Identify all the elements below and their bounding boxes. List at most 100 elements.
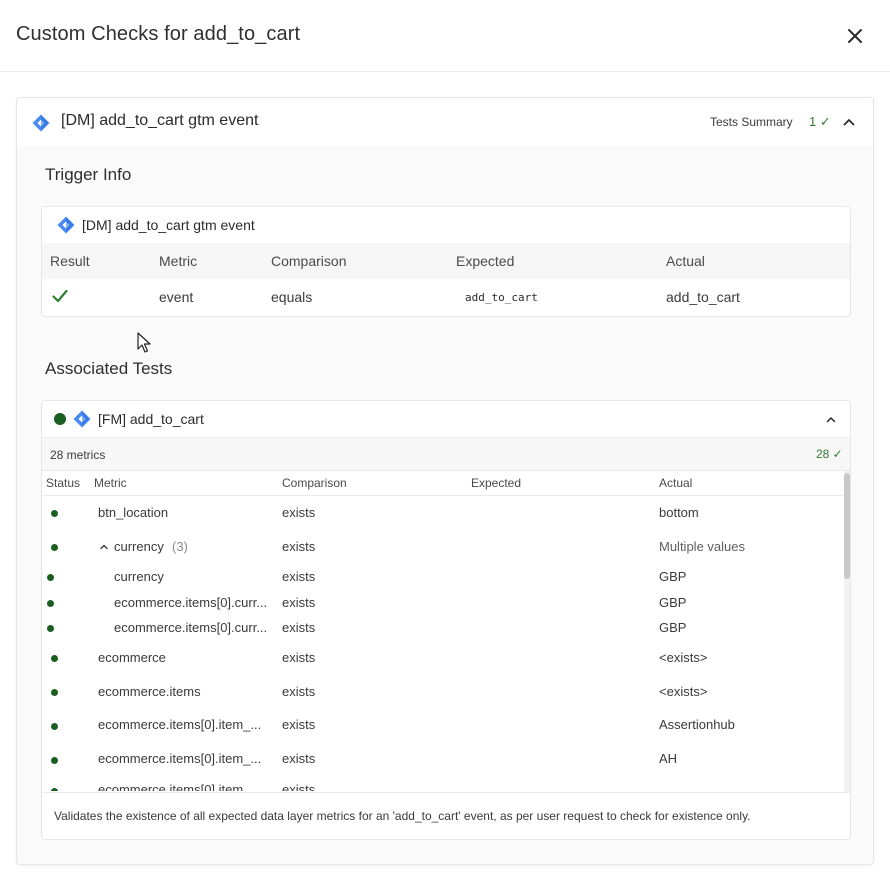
row-metric: currency xyxy=(114,539,164,554)
event-card-header[interactable]: [DM] add_to_cart gtm event Tests Summary… xyxy=(17,98,873,146)
table-row: ecommerce.items[0].item_... exists Asser… xyxy=(42,709,844,743)
status-dot-icon xyxy=(51,757,58,764)
status-dot-icon xyxy=(51,689,58,696)
trigger-info-title: Trigger Info xyxy=(45,165,132,184)
test-description-text: Validates the existence of all expected … xyxy=(54,809,751,823)
row-comparison: exists xyxy=(282,751,316,766)
row-metric: ecommerce.items[0].item_... xyxy=(98,717,262,732)
modal-title: Custom Checks for add_to_cart xyxy=(16,23,301,45)
gtm-diamond-icon xyxy=(57,216,75,234)
row-actual: <exists> xyxy=(659,684,708,699)
row-metric: btn_location xyxy=(98,505,169,520)
status-dot-icon xyxy=(47,600,54,607)
metrics-pass-count: 28 ✓ xyxy=(816,447,843,461)
status-dot-icon xyxy=(51,655,58,662)
table-row-child: ecommerce.items[0].curr... exists GBP xyxy=(42,590,844,615)
row-comparison: exists xyxy=(282,782,316,791)
trigger-table-header: Result Metric Comparison Expected Actual xyxy=(42,243,850,279)
row-comparison: exists xyxy=(282,569,316,584)
chevron-up-icon[interactable] xyxy=(99,542,109,552)
event-title: [DM] add_to_cart gtm event xyxy=(61,112,259,129)
row-comparison: exists xyxy=(282,717,316,732)
chevron-up-icon xyxy=(843,119,855,126)
status-dot-icon xyxy=(47,574,54,581)
event-card: [DM] add_to_cart gtm event Tests Summary… xyxy=(16,97,874,865)
row-metric: currency xyxy=(114,569,164,584)
column-header-expected: Expected xyxy=(471,476,522,490)
row-comparison: exists xyxy=(282,620,316,635)
metrics-table-header: Status Metric Comparison Expected Actual xyxy=(42,471,844,496)
row-actual: Assertionhub xyxy=(659,717,735,732)
row-actual: Multiple values xyxy=(659,539,745,554)
table-row-child: ecommerce.items[0].curr... exists GBP xyxy=(42,615,844,641)
row-comparison: exists xyxy=(282,505,316,520)
row-comparison: exists xyxy=(282,650,316,665)
table-row: ecommerce.items[0].item_... exists AH xyxy=(42,743,844,777)
close-button[interactable] xyxy=(843,24,867,48)
tests-summary-count: 1 ✓ xyxy=(809,114,831,129)
associated-test-name: [FM] add_to_cart xyxy=(98,411,204,427)
trigger-actual: add_to_cart xyxy=(666,289,740,305)
row-comparison: exists xyxy=(282,539,316,554)
close-icon xyxy=(848,29,862,43)
associated-test-header[interactable]: [FM] add_to_cart xyxy=(42,401,850,438)
column-header-metric: Metric xyxy=(159,253,198,269)
test-description: Validates the existence of all expected … xyxy=(42,792,850,839)
table-row: ecommerce.items exists <exists> xyxy=(42,675,844,709)
column-header-actual: Actual xyxy=(659,476,693,490)
column-header-comparison: Comparison xyxy=(271,253,347,269)
table-row: ecommerce exists <exists> xyxy=(42,641,844,675)
row-comparison: exists xyxy=(282,595,316,610)
modal-header: Custom Checks for add_to_cart xyxy=(0,0,890,72)
column-header-actual: Actual xyxy=(666,253,705,269)
trigger-name: [DM] add_to_cart gtm event xyxy=(82,217,255,233)
status-dot-icon xyxy=(51,788,58,791)
row-comparison: exists xyxy=(282,684,316,699)
row-metric: ecommerce.items[0].item_... xyxy=(98,751,262,766)
gtm-diamond-icon xyxy=(32,114,50,132)
table-row: ecommerce.items[0].item_... exists xyxy=(42,777,844,791)
column-header-result: Result xyxy=(50,253,90,269)
row-actual: GBP xyxy=(659,569,687,584)
table-row-child: currency exists GBP xyxy=(42,564,844,590)
row-actual: bottom xyxy=(659,505,699,520)
row-metric: ecommerce.items[0].curr... xyxy=(114,595,268,610)
collapse-test-button[interactable] xyxy=(824,413,838,427)
metrics-summary-bar: 28 metrics 28 ✓ xyxy=(42,438,850,471)
row-metric: ecommerce.items[0].curr... xyxy=(114,620,268,635)
check-icon xyxy=(52,289,68,303)
table-row-group[interactable]: currency (3) exists Multiple values xyxy=(42,530,844,564)
metrics-table-body: btn_location exists bottom currency (3) … xyxy=(42,496,844,791)
trigger-info-table: [DM] add_to_cart gtm event Result Metric… xyxy=(41,206,851,317)
status-dot-icon xyxy=(51,510,58,517)
row-group-count: (3) xyxy=(172,539,188,554)
gtm-diamond-icon xyxy=(73,410,91,428)
row-metric: ecommerce xyxy=(98,650,166,665)
status-dot-icon xyxy=(51,544,58,551)
table-row: btn_location exists bottom xyxy=(42,496,844,530)
row-actual: GBP xyxy=(659,595,687,610)
status-dot-icon xyxy=(51,723,58,730)
status-dot-icon xyxy=(47,625,54,632)
associated-tests-title: Associated Tests xyxy=(45,359,173,378)
column-header-metric: Metric xyxy=(94,476,127,490)
column-header-status: Status xyxy=(46,476,81,490)
chevron-up-icon xyxy=(826,417,836,423)
scrollbar-thumb[interactable] xyxy=(844,473,850,579)
row-actual: GBP xyxy=(659,620,687,635)
row-actual: <exists> xyxy=(659,650,708,665)
associated-test-card: [FM] add_to_cart 28 metrics 28 ✓ Status … xyxy=(41,400,851,840)
trigger-metric: event xyxy=(159,289,194,305)
collapse-event-button[interactable] xyxy=(841,114,857,130)
tests-summary-label: Tests Summary xyxy=(710,115,793,129)
row-actual: AH xyxy=(659,751,678,766)
metrics-count: 28 metrics xyxy=(50,448,106,462)
column-header-expected: Expected xyxy=(456,253,515,269)
row-metric: ecommerce.items[0].item_... xyxy=(98,782,262,791)
trigger-expected: add_to_cart xyxy=(465,291,538,304)
trigger-comparison: equals xyxy=(271,289,313,305)
mouse-cursor-icon xyxy=(137,332,151,353)
status-dot-icon xyxy=(54,413,66,425)
row-metric: ecommerce.items xyxy=(98,684,201,699)
column-header-comparison: Comparison xyxy=(282,476,347,490)
